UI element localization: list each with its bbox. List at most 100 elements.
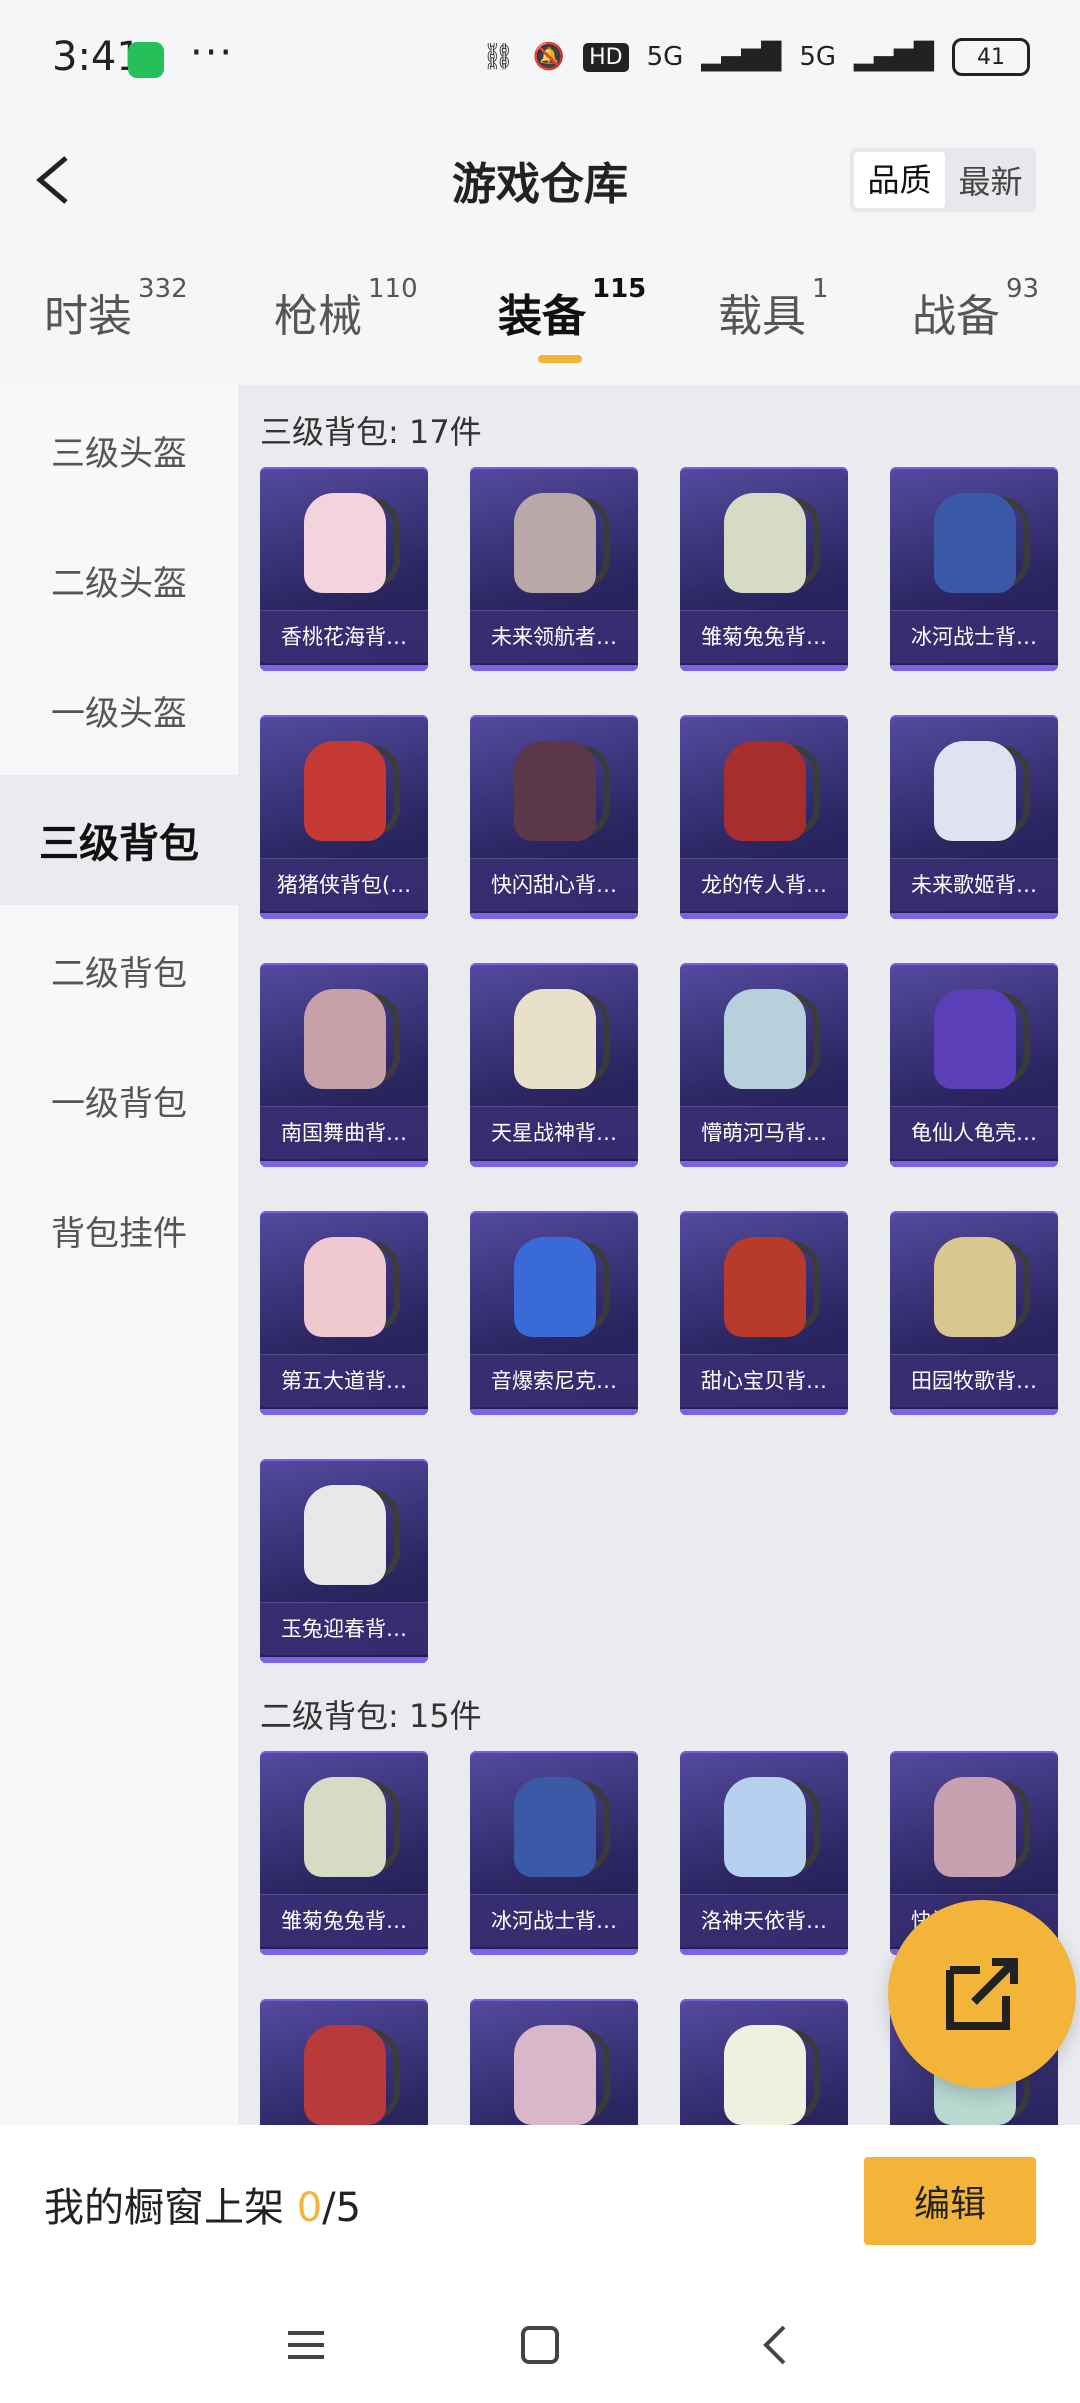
backpack-image xyxy=(514,1777,596,1877)
nav-bar: 游戏仓库 品质 最新 xyxy=(0,130,1080,230)
item-name: 猪猪侠背包(… xyxy=(260,858,428,911)
backpack-image xyxy=(514,741,596,841)
item-card[interactable]: 龟仙人龟壳… xyxy=(890,963,1058,1167)
sidebar-item-helmet-3[interactable]: 三级头盔 xyxy=(0,385,238,515)
tab-fashion[interactable]: 时装332 xyxy=(44,274,188,344)
item-card[interactable]: 田园牧歌背… xyxy=(890,1211,1058,1415)
sidebar-item-backpack-3[interactable]: 三级背包 xyxy=(0,775,238,905)
backpack-image xyxy=(304,989,386,1089)
sidebar-item-backpack-charm[interactable]: 背包挂件 xyxy=(0,1165,238,1295)
hd-badge: HD xyxy=(583,42,629,72)
item-name: 冰河战士背… xyxy=(470,1894,638,1947)
share-button[interactable] xyxy=(888,1900,1076,2088)
signal-2: 5G xyxy=(799,42,837,72)
tab-label: 时装 xyxy=(44,291,132,342)
item-name: 未来领航者… xyxy=(470,610,638,663)
tab-guns[interactable]: 枪械110 xyxy=(274,274,418,344)
edit-button[interactable]: 编辑 xyxy=(864,2157,1036,2245)
backpack-image xyxy=(934,493,1016,593)
item-card[interactable]: 第五大道背… xyxy=(260,1211,428,1415)
tab-supplies[interactable]: 战备93 xyxy=(912,274,1039,344)
signal-icon: ▂▄▆█ xyxy=(701,42,782,72)
item-card[interactable]: 音爆索尼克… xyxy=(470,1211,638,1415)
tab-count: 110 xyxy=(368,274,418,304)
backpack-image xyxy=(304,493,386,593)
item-card[interactable]: 玉兔迎春背… xyxy=(260,1459,428,1663)
item-card[interactable]: 雏菊兔兔背… xyxy=(260,1751,428,1955)
item-card[interactable]: 懵萌河马背… xyxy=(680,963,848,1167)
menu-icon[interactable] xyxy=(286,2325,326,2365)
backpack-image xyxy=(304,1777,386,1877)
item-name: 未来歌姬背… xyxy=(890,858,1058,911)
tab-count: 93 xyxy=(1006,274,1040,304)
item-card[interactable]: 龙的传人背… xyxy=(680,715,848,919)
home-icon[interactable] xyxy=(520,2325,560,2365)
sidebar-item-backpack-2[interactable]: 二级背包 xyxy=(0,905,238,1035)
backpack-image xyxy=(514,493,596,593)
mute-icon: 🔕 xyxy=(532,42,566,72)
tab-count: 115 xyxy=(592,274,647,304)
item-card[interactable]: 快闪甜心背… xyxy=(470,715,638,919)
item-card[interactable]: 天星战神背… xyxy=(470,963,638,1167)
tab-equipment[interactable]: 装备115 xyxy=(498,274,646,344)
system-nav-bar xyxy=(0,2315,1080,2395)
item-grid: 三级背包: 17件 二级背包: 15件 香桃花海背… 未来领航者… 雏菊兔兔背… 冰河… xyxy=(238,385,1080,2125)
tab-count: 1 xyxy=(812,274,829,304)
item-card[interactable] xyxy=(470,1999,638,2125)
tab-label: 装备 xyxy=(498,291,586,342)
item-card[interactable]: 未来领航者… xyxy=(470,467,638,671)
item-card[interactable]: 洛神天依背… xyxy=(680,1751,848,1955)
tab-label: 战备 xyxy=(912,291,1000,342)
backpack-image xyxy=(514,1237,596,1337)
item-card[interactable]: 甜心宝贝背… xyxy=(680,1211,848,1415)
tab-label: 枪械 xyxy=(274,291,362,342)
backpack-image xyxy=(724,741,806,841)
item-card[interactable]: 未来歌姬背… xyxy=(890,715,1058,919)
backpack-image xyxy=(304,1485,386,1585)
sort-quality-button[interactable]: 品质 xyxy=(854,152,945,208)
showcase-status: 我的橱窗上架 0/5 xyxy=(44,2175,361,2233)
sort-latest-button[interactable]: 最新 xyxy=(945,157,1036,203)
sidebar-item-helmet-1[interactable]: 一级头盔 xyxy=(0,645,238,775)
share-icon xyxy=(946,1958,1018,2030)
backpack-image xyxy=(934,989,1016,1089)
item-name: 冰河战士背… xyxy=(890,610,1058,663)
backpack-image xyxy=(724,1237,806,1337)
tab-vehicles[interactable]: 载具1 xyxy=(718,274,829,344)
showcase-label: 我的橱窗上架 xyxy=(44,2185,284,2231)
status-bar: 3:41 ··· ⛓ 🔕 HD 5G ▂▄▆█ 5G ▂▄▆█ 41 xyxy=(0,0,1080,120)
backpack-image xyxy=(304,2025,386,2125)
item-card[interactable]: 猪猪侠背包(… xyxy=(260,715,428,919)
item-name: 香桃花海背… xyxy=(260,610,428,663)
item-card[interactable]: 香桃花海背… xyxy=(260,467,428,671)
item-name: 懵萌河马背… xyxy=(680,1106,848,1159)
item-name: 甜心宝贝背… xyxy=(680,1354,848,1407)
item-card[interactable]: 南国舞曲背… xyxy=(260,963,428,1167)
backpack-image xyxy=(934,1777,1016,1877)
back-icon[interactable] xyxy=(756,2325,796,2365)
backpack-image xyxy=(514,989,596,1089)
item-card[interactable]: 雏菊兔兔背… xyxy=(680,467,848,671)
backpack-image xyxy=(304,741,386,841)
tab-count: 332 xyxy=(138,274,188,304)
item-name: 音爆索尼克… xyxy=(470,1354,638,1407)
sidebar-item-helmet-2[interactable]: 二级头盔 xyxy=(0,515,238,645)
item-card[interactable]: 冰河战士背… xyxy=(470,1751,638,1955)
item-card[interactable]: 冰河战士背… xyxy=(890,467,1058,671)
backpack-image xyxy=(934,741,1016,841)
item-name: 雏菊兔兔背… xyxy=(680,610,848,663)
section-title-backpack-3: 三级背包: 17件 xyxy=(260,413,482,451)
backpack-image xyxy=(304,1237,386,1337)
item-name: 玉兔迎春背… xyxy=(260,1602,428,1655)
backpack-image xyxy=(514,2025,596,2125)
tab-label: 载具 xyxy=(718,291,806,342)
sidebar: 三级头盔 二级头盔 一级头盔 三级背包 二级背包 一级背包 背包挂件 xyxy=(0,385,238,2125)
item-card[interactable] xyxy=(260,1999,428,2125)
sidebar-item-backpack-1[interactable]: 一级背包 xyxy=(0,1035,238,1165)
item-name: 第五大道背… xyxy=(260,1354,428,1407)
item-name: 洛神天依背… xyxy=(680,1894,848,1947)
backpack-image xyxy=(724,989,806,1089)
item-card[interactable] xyxy=(680,1999,848,2125)
active-tab-indicator xyxy=(538,355,582,363)
item-name: 龙的传人背… xyxy=(680,858,848,911)
